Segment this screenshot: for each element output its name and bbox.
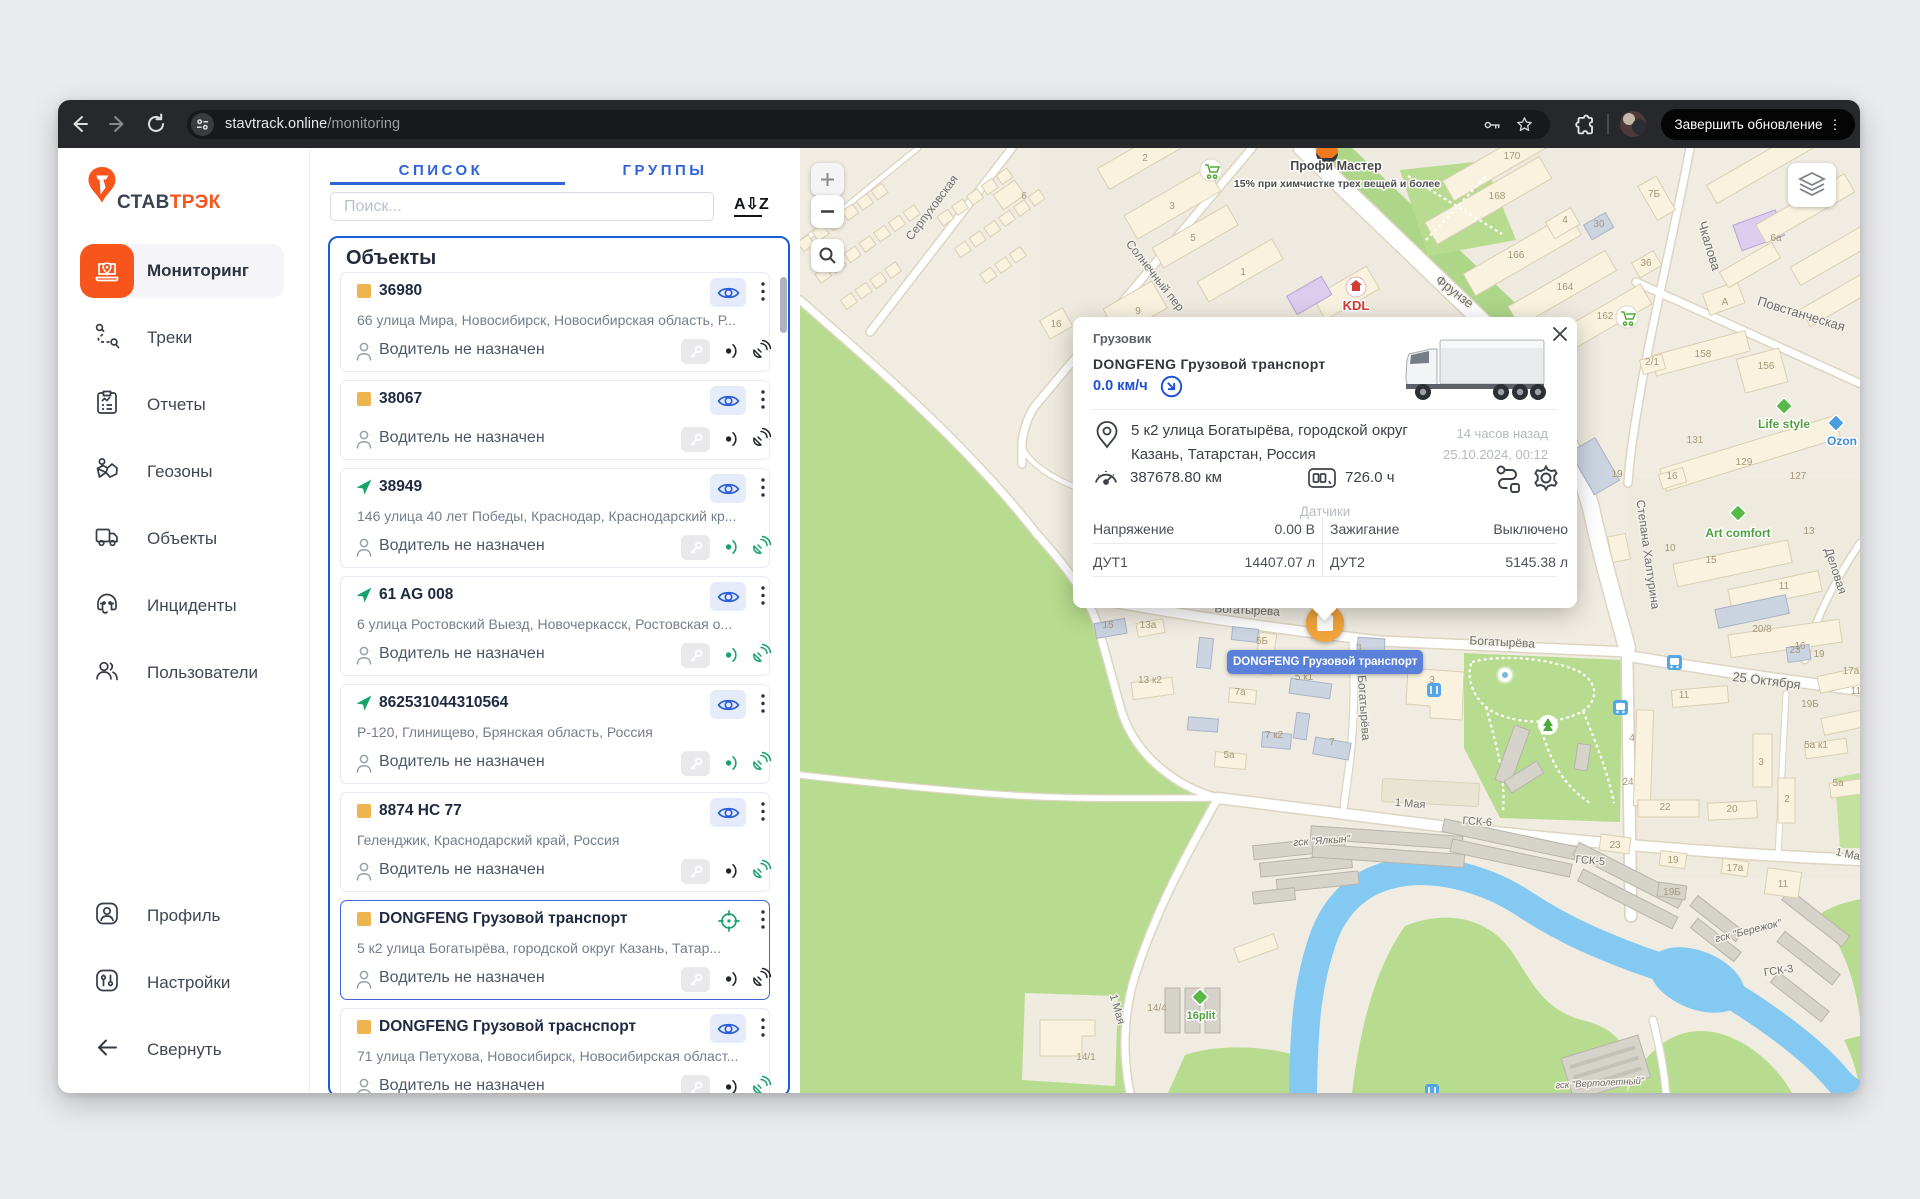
svg-text:3: 3 [1169, 201, 1175, 212]
svg-text:6: 6 [1021, 191, 1027, 202]
svg-text:127: 127 [1790, 471, 1807, 482]
svg-text:19: 19 [1813, 649, 1825, 660]
svg-text:7а: 7а [1234, 687, 1246, 698]
svg-text:Art comfort: Art comfort [1705, 526, 1770, 540]
svg-text:19: 19 [1667, 855, 1679, 866]
svg-text:3: 3 [1429, 675, 1435, 686]
svg-text:20: 20 [1726, 804, 1738, 815]
svg-text:15: 15 [1705, 555, 1717, 566]
svg-text:ГСК-6: ГСК-6 [1462, 815, 1492, 829]
svg-text:168: 168 [1489, 191, 1506, 202]
svg-text:5Б: 5Б [1256, 636, 1269, 647]
svg-text:KDL: KDL [1343, 298, 1370, 313]
svg-text:4: 4 [1629, 733, 1635, 744]
svg-text:5а к1: 5а к1 [1804, 740, 1828, 751]
svg-text:1 Мая: 1 Мая [1395, 797, 1426, 811]
svg-text:5: 5 [1190, 233, 1196, 244]
svg-text:15: 15 [1102, 620, 1114, 631]
svg-text:7 к2: 7 к2 [1265, 730, 1284, 741]
svg-text:7: 7 [1329, 737, 1335, 748]
svg-text:19Б: 19Б [1801, 699, 1819, 710]
svg-text:2/1: 2/1 [1645, 357, 1659, 368]
svg-text:164: 164 [1557, 282, 1574, 293]
svg-text:11: 11 [1679, 690, 1690, 701]
svg-text:5а: 5а [1832, 778, 1844, 789]
svg-text:158: 158 [1695, 349, 1712, 360]
svg-text:17а: 17а [1727, 863, 1744, 874]
svg-text:19Б: 19Б [1663, 887, 1681, 898]
svg-text:Life style: Life style [1758, 417, 1810, 431]
svg-text:170: 170 [1504, 151, 1521, 162]
svg-text:30: 30 [1593, 219, 1605, 230]
svg-text:13: 13 [1803, 526, 1815, 537]
svg-text:16: 16 [1666, 471, 1678, 482]
svg-text:Профи Мастер: Профи Мастер [1290, 159, 1382, 173]
svg-text:Ozon: Ozon [1827, 434, 1857, 448]
svg-text:2: 2 [1142, 153, 1148, 164]
svg-text:2: 2 [1784, 794, 1790, 805]
svg-text:23: 23 [1609, 840, 1621, 851]
svg-text:7Б: 7Б [1648, 189, 1661, 200]
svg-text:9: 9 [1135, 306, 1141, 317]
svg-text:17а: 17а [1843, 666, 1860, 677]
svg-text:14/4: 14/4 [1147, 1003, 1167, 1014]
svg-text:166: 166 [1508, 250, 1525, 261]
svg-text:14/1: 14/1 [1076, 1052, 1096, 1063]
svg-text:А: А [1722, 297, 1729, 308]
svg-text:6а: 6а [1770, 233, 1782, 244]
svg-text:19: 19 [1611, 469, 1623, 480]
svg-text:13а: 13а [1140, 620, 1157, 631]
svg-text:162: 162 [1597, 311, 1614, 322]
svg-text:11: 11 [1779, 581, 1790, 592]
svg-text:16plit: 16plit [1187, 1010, 1216, 1022]
svg-text:13 к2: 13 к2 [1138, 675, 1162, 686]
svg-text:11: 11 [1778, 879, 1789, 890]
svg-text:1: 1 [1240, 267, 1246, 278]
svg-text:36: 36 [1640, 258, 1652, 269]
svg-text:15% при химчистке трех вещей и: 15% при химчистке трех вещей и более [1234, 178, 1440, 190]
svg-text:131: 131 [1687, 435, 1704, 446]
svg-text:156: 156 [1758, 361, 1775, 372]
svg-text:24: 24 [1622, 777, 1634, 788]
svg-text:10: 10 [1664, 543, 1676, 554]
svg-text:4: 4 [1562, 215, 1568, 226]
svg-text:22: 22 [1659, 802, 1671, 813]
svg-text:3: 3 [1758, 757, 1764, 768]
svg-text:23: 23 [1789, 645, 1801, 656]
svg-text:129: 129 [1736, 457, 1753, 468]
svg-text:11: 11 [1851, 686, 1860, 697]
svg-text:5а: 5а [1223, 750, 1235, 761]
svg-text:20/8: 20/8 [1752, 624, 1772, 635]
svg-text:16: 16 [1050, 319, 1062, 330]
svg-text:ГСК-5: ГСК-5 [1575, 854, 1606, 869]
